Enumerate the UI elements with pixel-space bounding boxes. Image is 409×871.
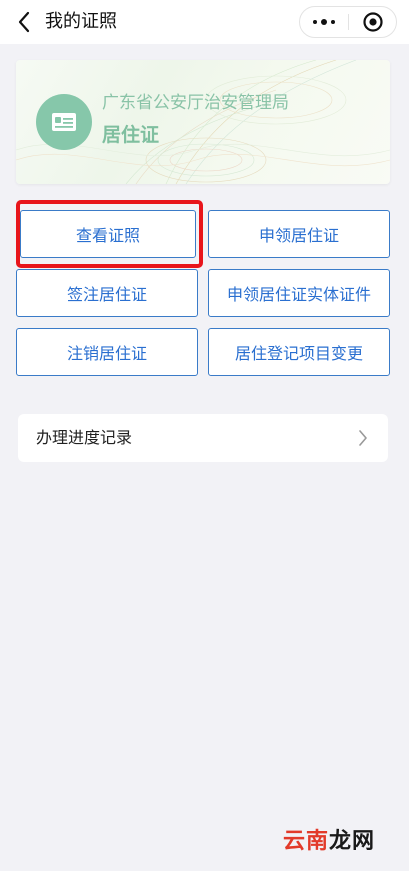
back-button[interactable]	[8, 6, 40, 38]
apply-residence-permit-button[interactable]: 申领居住证	[208, 210, 390, 258]
card-logo	[36, 94, 92, 150]
endorse-residence-permit-button[interactable]: 签注居住证	[16, 269, 198, 317]
miniprogram-capsule	[299, 6, 397, 38]
watermark-part1: 云南	[282, 829, 329, 854]
cancel-residence-permit-button[interactable]: 注销居住证	[16, 328, 198, 376]
page-title: 我的证照	[45, 11, 117, 32]
top-nav-bar: 我的证照	[0, 0, 409, 44]
progress-record-label: 办理进度记录	[36, 428, 133, 447]
card-certificate-type: 居住证	[102, 124, 160, 146]
residence-permit-card[interactable]: 广东省公安厅治安管理局 居住证	[16, 60, 390, 184]
progress-record-row[interactable]: 办理进度记录	[18, 414, 388, 462]
card-issuer: 广东省公安厅治安管理局	[102, 93, 289, 113]
apply-physical-permit-button[interactable]: 申领居住证实体证件	[208, 269, 390, 317]
chevron-right-icon	[359, 430, 367, 446]
more-button[interactable]	[300, 7, 348, 37]
view-certificate-button[interactable]: 查看证照	[20, 210, 196, 258]
site-watermark: 云南龙网	[283, 828, 375, 856]
target-close-icon	[363, 12, 383, 32]
id-card-icon	[52, 113, 76, 131]
residence-registration-change-button[interactable]: 居住登记项目变更	[208, 328, 390, 376]
watermark-part2: 龙网	[328, 829, 375, 854]
chevron-left-icon	[18, 11, 30, 33]
close-miniprogram-button[interactable]	[349, 7, 397, 37]
more-dots-icon	[311, 19, 337, 25]
